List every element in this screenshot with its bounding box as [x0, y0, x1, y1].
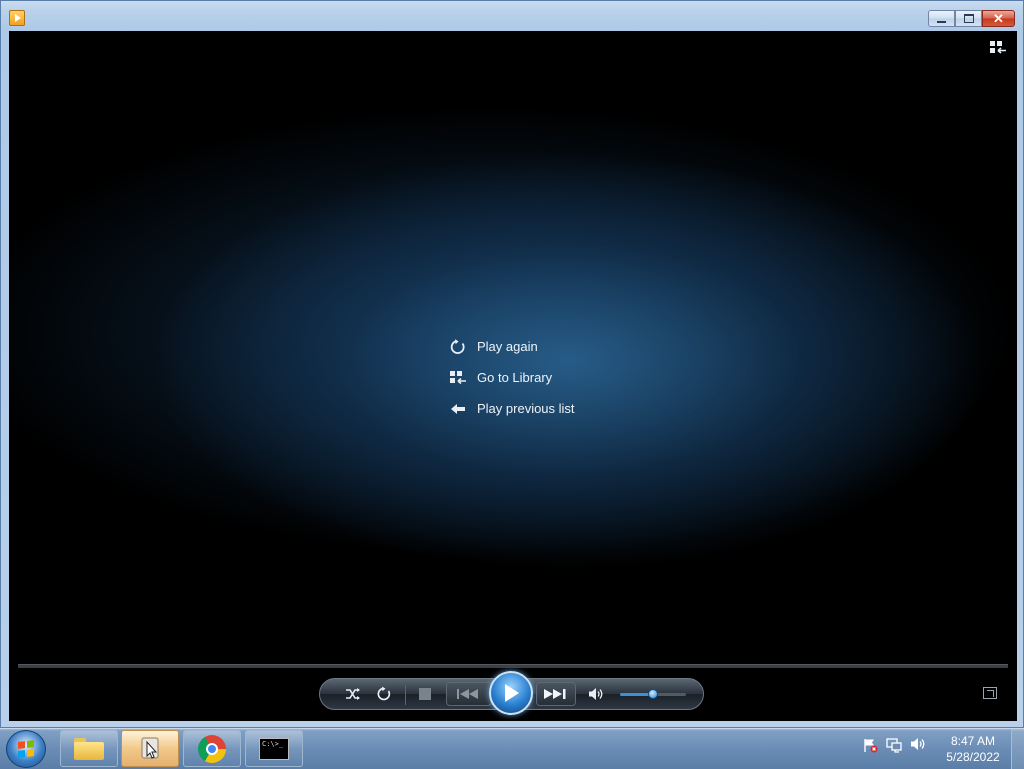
- replay-icon: [449, 338, 467, 356]
- notification-area: [862, 737, 926, 753]
- maximize-button[interactable]: [955, 10, 982, 27]
- previous-icon: [457, 689, 478, 699]
- network-icon[interactable]: [886, 737, 902, 753]
- switch-to-library-icon: [990, 41, 1006, 54]
- minimize-button[interactable]: [928, 10, 955, 27]
- shuffle-button[interactable]: [342, 683, 364, 705]
- library-icon: [449, 369, 467, 387]
- start-button[interactable]: [6, 730, 46, 768]
- next-icon: [544, 689, 566, 699]
- play-previous-list-label: Play previous list: [477, 401, 575, 416]
- show-desktop-button[interactable]: [1011, 729, 1024, 769]
- minimize-icon: [937, 20, 946, 23]
- play-previous-list-link[interactable]: Play previous list: [449, 393, 575, 424]
- stop-icon: [419, 688, 431, 700]
- playback-controls: [9, 657, 1017, 721]
- maximize-icon: [963, 14, 974, 23]
- volume-slider[interactable]: [620, 689, 686, 699]
- now-playing-area[interactable]: Play again Go to Library Play previous l…: [9, 31, 1017, 657]
- clock-time: 8:47 AM: [950, 734, 996, 748]
- volume-tray-icon[interactable]: [910, 737, 926, 753]
- close-icon: ✕: [993, 10, 1004, 26]
- repeat-button[interactable]: [373, 683, 395, 705]
- system-clock[interactable]: 8:47 AM 5/28/2022: [936, 733, 1010, 765]
- action-center-flag-icon[interactable]: [862, 737, 878, 753]
- switch-to-library-button[interactable]: [989, 39, 1007, 55]
- fullscreen-button[interactable]: [983, 687, 997, 699]
- previous-button[interactable]: [446, 682, 492, 706]
- go-to-library-label: Go to Library: [477, 370, 553, 385]
- taskbar-media-player-button[interactable]: [121, 730, 179, 767]
- media-player-icon: [141, 737, 159, 759]
- caption-buttons: ✕: [928, 10, 1015, 28]
- play-button[interactable]: [489, 671, 533, 715]
- taskbar-chrome-button[interactable]: [183, 730, 241, 767]
- go-to-library-link[interactable]: Go to Library: [449, 362, 575, 393]
- taskbar: C:\>_ 8:47 AM 5/28/2022: [0, 728, 1024, 769]
- media-player-window: ✕ Play again Go to Library Play previous…: [0, 0, 1024, 728]
- next-button[interactable]: [536, 682, 576, 706]
- command-prompt-icon: C:\>_: [259, 737, 289, 760]
- mute-button[interactable]: [585, 683, 607, 705]
- seek-bar[interactable]: [18, 664, 1008, 668]
- repeat-icon: [377, 686, 391, 701]
- speaker-icon: [589, 688, 603, 700]
- folder-icon: [74, 737, 104, 760]
- play-again-label: Play again: [477, 339, 538, 354]
- end-of-playback-menu: Play again Go to Library Play previous l…: [449, 331, 575, 424]
- play-icon: [505, 684, 519, 702]
- close-button[interactable]: ✕: [982, 10, 1015, 27]
- clock-date: 5/28/2022: [946, 750, 1000, 764]
- play-again-link[interactable]: Play again: [449, 331, 575, 362]
- shuffle-icon: [346, 688, 360, 700]
- media-player-app-icon[interactable]: [9, 10, 25, 26]
- taskbar-cmd-button[interactable]: C:\>_: [245, 730, 303, 767]
- stop-button[interactable]: [414, 683, 436, 705]
- back-arrow-icon: [449, 400, 467, 418]
- separator: [405, 685, 406, 705]
- chrome-icon: [198, 734, 226, 763]
- taskbar-explorer-button[interactable]: [60, 730, 118, 767]
- title-bar[interactable]: ✕: [1, 1, 1023, 31]
- volume-thumb[interactable]: [648, 689, 658, 699]
